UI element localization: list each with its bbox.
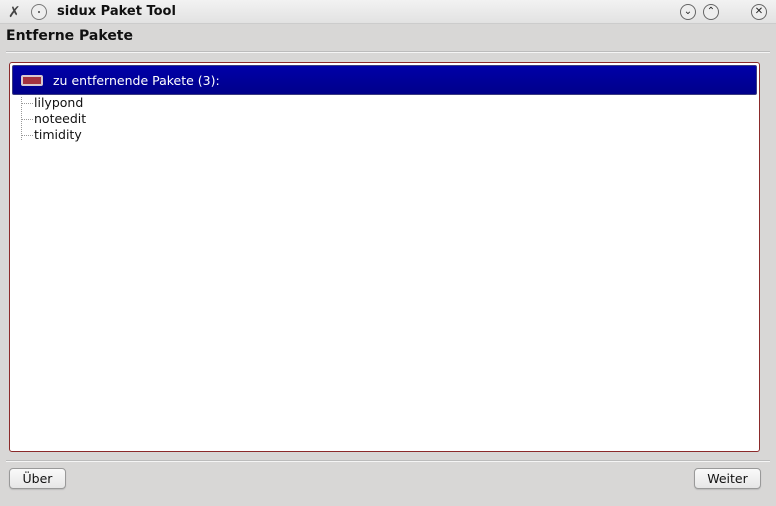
tree-header-row[interactable]: zu entfernende Pakete (3): xyxy=(12,65,757,95)
divider xyxy=(6,460,770,462)
close-button[interactable]: ✕ xyxy=(751,4,767,20)
maximize-button[interactable]: ⌃ xyxy=(703,4,719,20)
title-bar: ✗ sidux Paket Tool ⌄ ⌃ ✕ xyxy=(0,0,776,24)
page-title: Entferne Pakete xyxy=(6,28,133,44)
list-item[interactable]: lilypond xyxy=(34,95,83,111)
next-button[interactable]: Weiter xyxy=(694,468,761,489)
remove-icon xyxy=(21,75,43,86)
list-item[interactable]: noteedit xyxy=(34,111,86,127)
window-title: sidux Paket Tool xyxy=(57,4,176,19)
minimize-button[interactable]: ⌄ xyxy=(680,4,696,20)
tree-header-label: zu entfernende Pakete (3): xyxy=(53,73,220,88)
list-item[interactable]: timidity xyxy=(34,127,82,143)
tools-icon[interactable]: ✗ xyxy=(8,4,21,20)
package-tree[interactable]: zu entfernende Pakete (3): lilypond note… xyxy=(9,62,760,452)
divider xyxy=(6,51,770,53)
window-menu-button[interactable] xyxy=(31,4,47,20)
tree-connector xyxy=(21,103,33,104)
tree-connector xyxy=(21,119,33,120)
about-button[interactable]: Über xyxy=(9,468,66,489)
tree-connector xyxy=(21,135,33,136)
